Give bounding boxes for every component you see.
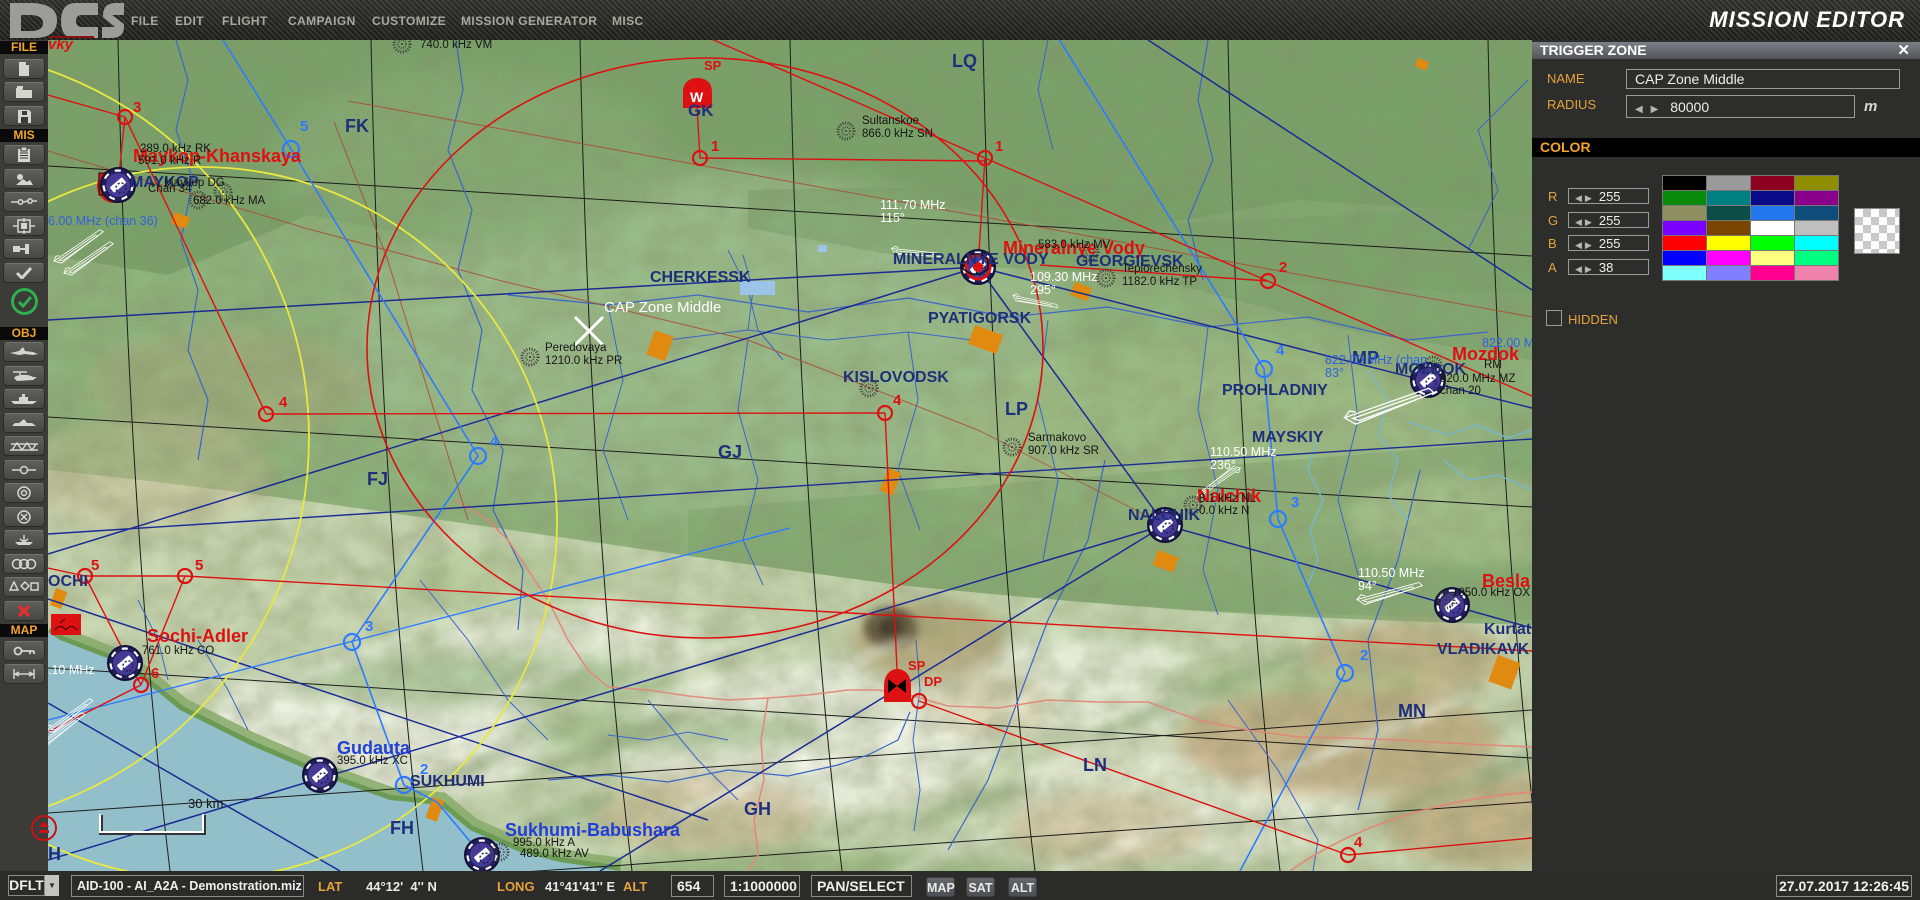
svg-text:FK: FK bbox=[345, 116, 369, 136]
svg-text:1: 1 bbox=[711, 138, 719, 155]
svg-text:MN: MN bbox=[1398, 701, 1426, 721]
svg-text:2: 2 bbox=[1360, 647, 1368, 664]
svg-text:3: 3 bbox=[365, 618, 373, 635]
svg-text:6: 6 bbox=[151, 665, 159, 682]
svg-text:4: 4 bbox=[1276, 342, 1285, 359]
svg-text:KISLOVODSK: KISLOVODSK bbox=[843, 369, 949, 386]
svg-text:591.0 kHz R: 591.0 kHz R bbox=[138, 155, 201, 167]
svg-text:MAYSKIY: MAYSKIY bbox=[1252, 429, 1324, 446]
svg-text:0.0 kHz N: 0.0 kHz N bbox=[1199, 505, 1250, 517]
svg-text:FH: FH bbox=[390, 818, 414, 838]
svg-text:761.0 kHz CO: 761.0 kHz CO bbox=[142, 645, 214, 657]
svg-text:FJ: FJ bbox=[367, 469, 388, 489]
svg-text:94°: 94° bbox=[1358, 579, 1377, 593]
svg-text:583.0 kHz MV: 583.0 kHz MV bbox=[1038, 239, 1111, 251]
svg-text:4: 4 bbox=[490, 433, 499, 450]
svg-text:111.70 MHz: 111.70 MHz bbox=[880, 198, 946, 212]
svg-text:LP: LP bbox=[1005, 399, 1028, 419]
svg-text:SUKHUMI: SUKHUMI bbox=[410, 773, 485, 790]
svg-text:H: H bbox=[48, 844, 61, 864]
svg-text:115°: 115° bbox=[880, 211, 905, 225]
svg-text:SP: SP bbox=[908, 658, 926, 673]
svg-text:8.1 kHz NL: 8.1 kHz NL bbox=[1199, 493, 1256, 505]
svg-text:CHERKESSK: CHERKESSK bbox=[650, 269, 751, 286]
svg-text:2: 2 bbox=[1279, 259, 1287, 276]
svg-text:PYATIGORSK: PYATIGORSK bbox=[928, 310, 1032, 327]
svg-text:Chan 34: Chan 34 bbox=[148, 183, 192, 195]
svg-text:.10 MHz: .10 MHz bbox=[48, 663, 95, 677]
svg-text:VLADIKAVK: VLADIKAVK bbox=[1437, 641, 1530, 658]
svg-text:Sultanskoe: Sultanskoe bbox=[862, 115, 919, 127]
svg-text:Sochi-Adler: Sochi-Adler bbox=[147, 626, 248, 646]
svg-text:289.0 kHz RK: 289.0 kHz RK bbox=[140, 143, 211, 155]
svg-text:Peredovaya: Peredovaya bbox=[545, 342, 607, 354]
svg-text:LN: LN bbox=[1083, 755, 1107, 775]
svg-text:395.0 kHz XC: 395.0 kHz XC bbox=[337, 755, 408, 767]
svg-text:CAP Zone Middle: CAP Zone Middle bbox=[604, 299, 721, 316]
svg-text:5: 5 bbox=[91, 557, 99, 574]
svg-text:Teplorechensky: Teplorechensky bbox=[1122, 263, 1202, 275]
svg-text:820.0 MHz MZ: 820.0 MHz MZ bbox=[1440, 373, 1515, 385]
svg-text:3: 3 bbox=[1291, 494, 1299, 511]
svg-text:110.50 MHz: 110.50 MHz bbox=[1358, 566, 1424, 580]
svg-text:RM: RM bbox=[1484, 359, 1502, 371]
svg-text:4: 4 bbox=[893, 392, 902, 409]
svg-text:866.0 kHz SN: 866.0 kHz SN bbox=[862, 128, 933, 140]
svg-text:295°: 295° bbox=[1030, 283, 1056, 297]
svg-text:4: 4 bbox=[1354, 834, 1363, 851]
svg-text:6.00 MHz (chan 36): 6.00 MHz (chan 36) bbox=[48, 214, 158, 228]
svg-text:SP: SP bbox=[704, 58, 722, 73]
svg-text:109.30 MHz: 109.30 MHz bbox=[1030, 270, 1097, 284]
svg-text:MINERALNYE VODY: MINERALNYE VODY bbox=[893, 251, 1049, 268]
svg-text:3: 3 bbox=[133, 99, 141, 116]
svg-text:chan 20: chan 20 bbox=[1440, 385, 1481, 397]
svg-text:1182.0 kHz TP: 1182.0 kHz TP bbox=[1122, 276, 1197, 288]
svg-text:489.0 kHz AV: 489.0 kHz AV bbox=[520, 848, 589, 860]
svg-text:NALCHIK: NALCHIK bbox=[1128, 507, 1200, 524]
svg-text:740.0 kHz VM: 740.0 kHz VM bbox=[420, 40, 492, 51]
svg-text:1050.0 kHz OX: 1050.0 kHz OX bbox=[1452, 587, 1530, 599]
svg-text:GK: GK bbox=[688, 101, 714, 120]
svg-text:LQ: LQ bbox=[952, 51, 977, 71]
svg-text:1210.0 kHz PR: 1210.0 kHz PR bbox=[545, 355, 622, 367]
svg-text:4: 4 bbox=[279, 394, 288, 411]
svg-text:DP: DP bbox=[924, 674, 942, 689]
svg-text:GH: GH bbox=[744, 799, 771, 819]
svg-text:GJ: GJ bbox=[718, 442, 742, 462]
svg-text:83°: 83° bbox=[1325, 366, 1344, 380]
svg-text:822.00 MH: 822.00 MH bbox=[1482, 336, 1532, 350]
svg-text:PROHLADNIY: PROHLADNIY bbox=[1222, 382, 1328, 399]
svg-text:Sarmakovo: Sarmakovo bbox=[1028, 432, 1086, 444]
svg-text:5: 5 bbox=[300, 118, 308, 135]
svg-text:236°: 236° bbox=[1210, 458, 1236, 472]
svg-text:Kurtat: Kurtat bbox=[1484, 621, 1532, 638]
svg-text:vky: vky bbox=[48, 40, 74, 53]
svg-text:30 km: 30 km bbox=[188, 796, 223, 811]
svg-text:110.50 MHz: 110.50 MHz bbox=[1210, 445, 1276, 459]
svg-text:1: 1 bbox=[995, 138, 1003, 155]
svg-text:822.00 MHz (chan: 822.00 MHz (chan bbox=[1325, 353, 1427, 367]
svg-text:907.0 kHz SR: 907.0 kHz SR bbox=[1028, 445, 1099, 457]
svg-text:OCHI: OCHI bbox=[48, 573, 88, 590]
svg-text:682.0 kHz MA: 682.0 kHz MA bbox=[193, 195, 266, 207]
svg-text:5: 5 bbox=[195, 557, 203, 574]
